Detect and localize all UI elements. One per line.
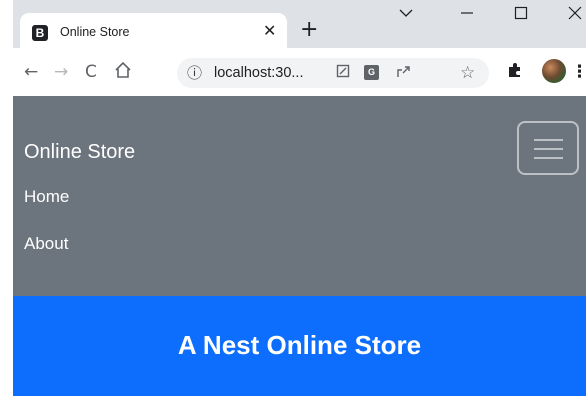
close-tab-icon[interactable]: ✕ [263, 22, 276, 40]
active-tab[interactable]: B Online Store ✕ [20, 13, 287, 48]
open-in-app-icon[interactable] [336, 64, 350, 83]
tab-search-chevron-icon[interactable] [399, 6, 413, 22]
navbar-brand[interactable]: Online Store [24, 139, 135, 165]
nav-link-home[interactable]: Home [24, 186, 69, 208]
profile-avatar[interactable] [542, 59, 566, 83]
address-url: localhost:30... [214, 65, 304, 81]
tab-strip: B Online Store ✕ + [13, 0, 586, 48]
address-bar[interactable]: ⓘ localhost:30... G ☆ [177, 58, 489, 88]
info-icon[interactable]: ⓘ [187, 64, 202, 82]
bookmark-star-icon[interactable]: ☆ [460, 64, 475, 82]
reload-icon[interactable]: C [85, 62, 97, 82]
site-favicon-icon: B [32, 25, 48, 41]
forward-arrow-icon[interactable]: → [54, 62, 68, 82]
translate-icon[interactable]: G [364, 65, 379, 80]
maximize-icon[interactable] [514, 6, 528, 24]
hero-title: A Nest Online Store [177, 330, 422, 360]
home-icon[interactable] [114, 61, 132, 84]
site-navbar: Online Store Home About [13, 96, 586, 296]
share-icon[interactable] [396, 64, 411, 84]
nav-link-about[interactable]: About [24, 233, 68, 255]
new-tab-plus-icon[interactable]: + [300, 19, 318, 41]
back-arrow-icon[interactable]: ← [24, 62, 38, 82]
minimize-icon[interactable] [460, 6, 474, 24]
tab-title: Online Store [60, 25, 130, 39]
hero-banner: A Nest Online Store [13, 296, 586, 396]
close-window-icon[interactable] [568, 6, 582, 24]
browser-toolbar: ← → C ⓘ localhost:30... G ☆ ⋮ [13, 48, 586, 96]
navbar-toggler-button[interactable] [517, 121, 579, 175]
browser-window: B Online Store ✕ + ← → C ⓘ localhost:30.… [13, 0, 586, 396]
menu-kebab-icon[interactable]: ⋮ [571, 62, 586, 82]
extensions-puzzle-icon[interactable] [506, 61, 524, 84]
